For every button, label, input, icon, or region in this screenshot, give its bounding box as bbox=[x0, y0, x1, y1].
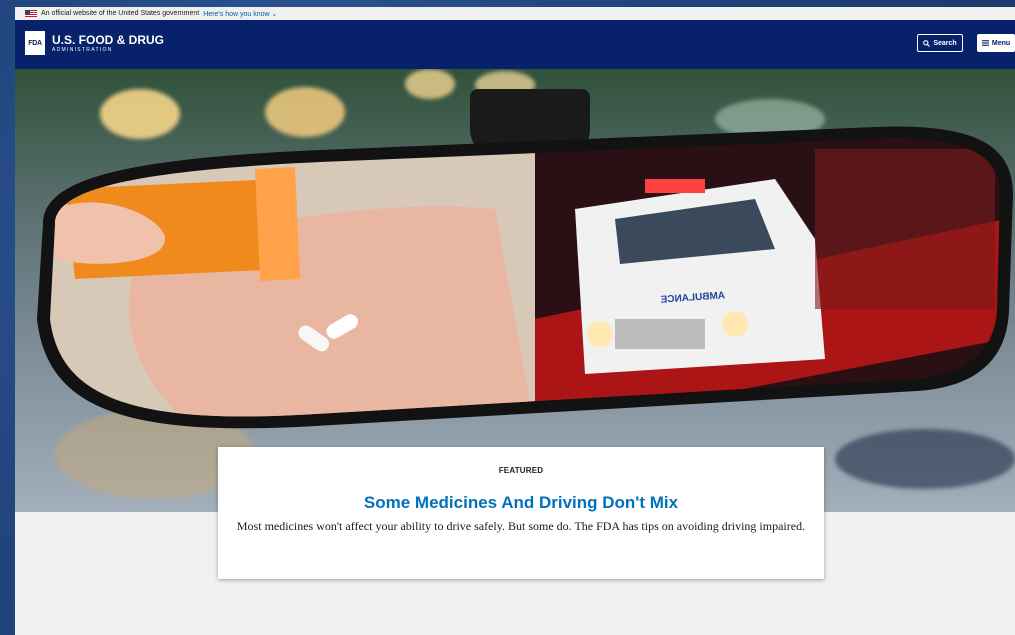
search-button[interactable]: Search bbox=[917, 34, 963, 52]
featured-kicker: FEATURED bbox=[498, 466, 544, 475]
gov-banner-text: An official website of the United States… bbox=[41, 10, 200, 17]
logo-subtitle: ADMINISTRATION bbox=[52, 46, 113, 53]
featured-description: Most medicines won't affect your ability… bbox=[236, 519, 806, 533]
hero-image: AMBULANCE bbox=[15, 69, 1015, 512]
fda-logo-mark: FDA bbox=[25, 31, 45, 55]
featured-title-link[interactable]: Some Medicines And Driving Don't Mix bbox=[218, 493, 824, 513]
browser-viewport: An official website of the United States… bbox=[15, 7, 1015, 635]
heres-how-you-know-link[interactable]: Here's how you know ⌄ bbox=[203, 10, 277, 18]
featured-card: FEATURED Some Medicines And Driving Don'… bbox=[218, 447, 824, 579]
logo-title: U.S. FOOD & DRUG bbox=[52, 32, 165, 47]
search-button-label: Search bbox=[933, 39, 957, 47]
menu-button-label: Menu bbox=[991, 39, 1011, 47]
us-flag-icon bbox=[25, 10, 37, 17]
gov-banner: An official website of the United States… bbox=[15, 7, 1015, 20]
site-header: FDA U.S. FOOD & DRUG ADMINISTRATION Sear… bbox=[15, 20, 1015, 69]
rearview-mirror: AMBULANCE bbox=[37, 126, 1013, 429]
fda-logo[interactable]: FDA U.S. FOOD & DRUG ADMINISTRATION bbox=[25, 31, 164, 55]
hamburger-icon bbox=[981, 40, 989, 46]
menu-button[interactable]: Menu bbox=[977, 34, 1015, 52]
search-icon bbox=[923, 39, 931, 47]
